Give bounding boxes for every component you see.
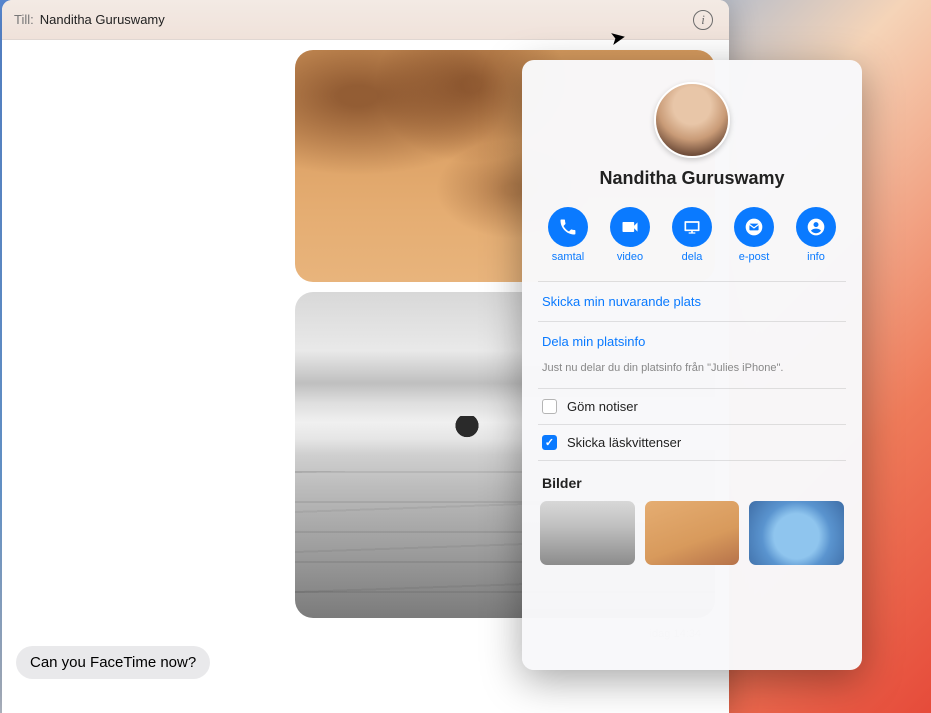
to-label: Till: [14,12,34,27]
info-label: info [807,251,825,263]
thumbnail-landscape[interactable] [540,501,635,565]
image-thumbnails [540,501,844,565]
phone-icon [548,207,588,247]
thumbnail-sand[interactable] [645,501,740,565]
toolbar: Till: Nanditha Guruswamy i [2,0,729,40]
video-icon [610,207,650,247]
share-screen-icon [672,207,712,247]
contact-name: Nanditha Guruswamy [540,168,844,189]
info-action-button[interactable]: info [788,207,844,263]
share-label: dela [682,251,703,263]
hide-alerts-row[interactable]: Göm notiser [540,389,844,424]
call-button[interactable]: samtal [540,207,596,263]
send-current-location-link[interactable]: Skicka min nuvarande plats [540,282,844,321]
action-row: samtal video dela e-post info [540,207,844,263]
recipient-name: Nanditha Guruswamy [40,12,165,27]
share-button[interactable]: dela [664,207,720,263]
contact-avatar[interactable] [654,82,730,158]
share-my-location-link[interactable]: Dela min platsinfo [540,322,844,361]
call-label: samtal [552,251,584,263]
location-sharing-note: Just nu delar du din platsinfo från "Jul… [540,361,844,388]
read-receipts-label: Skicka läskvittenser [567,435,681,450]
video-label: video [617,251,643,263]
email-label: e-post [739,251,770,263]
video-button[interactable]: video [602,207,658,263]
text-message-incoming: Can you FaceTime now? [16,646,210,679]
checkbox-unchecked-icon[interactable] [542,399,557,414]
details-popover: Nanditha Guruswamy samtal video dela e-p… [522,60,862,670]
read-receipts-row[interactable]: Skicka läskvittenser [540,425,844,460]
images-section-title: Bilder [540,461,844,501]
email-button[interactable]: e-post [726,207,782,263]
person-icon [796,207,836,247]
thumbnail-sky[interactable] [749,501,844,565]
info-button[interactable]: i [693,10,713,30]
hide-alerts-label: Göm notiser [567,399,638,414]
email-icon [734,207,774,247]
checkbox-checked-icon[interactable] [542,435,557,450]
